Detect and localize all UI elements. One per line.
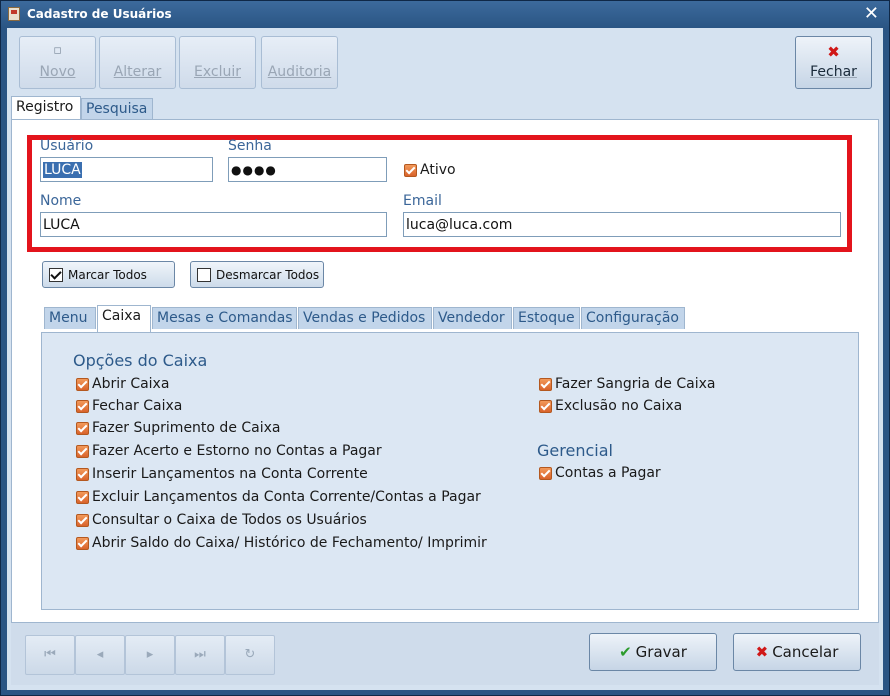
- usuario-field[interactable]: LUCA: [40, 157, 213, 182]
- tab-estoque[interactable]: Estoque: [513, 307, 580, 329]
- gerencial-section-title: Gerencial: [537, 441, 613, 460]
- next-record-button[interactable]: ▸: [125, 635, 175, 675]
- novo-button[interactable]: ▫ Novo: [19, 36, 96, 89]
- option-checkbox[interactable]: [539, 400, 552, 413]
- last-icon: ⏭: [194, 647, 206, 662]
- email-label: Email: [403, 193, 442, 209]
- option-label: Consultar o Caixa de Todos os Usuários: [92, 512, 367, 528]
- option-checkbox[interactable]: [76, 400, 89, 413]
- checked-box-icon: [49, 268, 63, 282]
- option-label: Exclusão no Caixa: [555, 398, 683, 414]
- title-bar: Cadastro de Usuários ✕: [1, 1, 889, 28]
- bottom-bar: ⏮ ◂ ▸ ⏭ ↻ ✔ Gravar ✖ Cancelar: [11, 623, 879, 685]
- option-label: Fazer Acerto e Estorno no Contas a Pagar: [92, 443, 382, 459]
- option-checkbox[interactable]: [76, 378, 89, 391]
- caixa-section-title: Opções do Caixa: [73, 351, 208, 370]
- option-label: Fazer Suprimento de Caixa: [92, 420, 281, 436]
- option-label: Inserir Lançamentos na Conta Corrente: [92, 466, 368, 482]
- user-registration-window: Cadastro de Usuários ✕ ▫ Novo Alterar Ex…: [0, 0, 890, 696]
- cancel-icon: ✖: [755, 643, 769, 661]
- senha-label: Senha: [228, 138, 272, 154]
- client-area: ▫ Novo Alterar Excluir Auditoria ✖ Fecha…: [7, 28, 883, 690]
- tab-caixa[interactable]: Caixa: [97, 305, 151, 333]
- nome-field[interactable]: LUCA: [40, 212, 387, 237]
- option-checkbox[interactable]: [539, 378, 552, 391]
- tab-menu[interactable]: Menu: [44, 307, 96, 329]
- prev-record-button[interactable]: ◂: [75, 635, 125, 675]
- first-icon: ⏮: [44, 647, 56, 662]
- next-icon: ▸: [146, 647, 154, 662]
- option-checkbox[interactable]: [76, 537, 89, 550]
- fechar-button[interactable]: ✖ Fechar: [795, 36, 872, 89]
- option-checkbox[interactable]: [76, 468, 89, 481]
- option-label: Fechar Caixa: [92, 398, 183, 414]
- alterar-button[interactable]: Alterar: [99, 36, 176, 89]
- check-icon: ✔: [619, 643, 632, 661]
- option-checkbox[interactable]: [76, 445, 89, 458]
- window-title: Cadastro de Usuários: [27, 7, 172, 21]
- last-record-button[interactable]: ⏭: [175, 635, 225, 675]
- option-label: Abrir Saldo do Caixa/ Histórico de Fecha…: [92, 535, 487, 551]
- cancelar-button[interactable]: ✖ Cancelar: [733, 633, 861, 671]
- first-record-button[interactable]: ⏮: [25, 635, 75, 675]
- option-label: Excluir Lançamentos da Conta Corrente/Co…: [92, 489, 481, 505]
- tab-mesas-comandas[interactable]: Mesas e Comandas: [152, 307, 297, 329]
- new-icon: ▫: [53, 43, 62, 58]
- close-icon: ✖: [827, 43, 840, 61]
- option-checkbox[interactable]: [76, 422, 89, 435]
- tab-pesquisa[interactable]: Pesquisa: [81, 98, 153, 120]
- tab-registro[interactable]: Registro: [11, 96, 81, 120]
- refresh-button[interactable]: ↻: [225, 635, 275, 675]
- gravar-button[interactable]: ✔ Gravar: [589, 633, 717, 671]
- ativo-label: Ativo: [420, 162, 456, 178]
- ativo-checkbox[interactable]: [404, 164, 417, 177]
- email-field[interactable]: luca@luca.com: [403, 212, 841, 237]
- senha-field[interactable]: ●●●●: [228, 157, 387, 182]
- tab-vendedor[interactable]: Vendedor: [433, 307, 512, 329]
- marcar-todos-button[interactable]: Marcar Todos: [42, 261, 175, 288]
- option-checkbox[interactable]: [539, 467, 552, 480]
- excluir-button[interactable]: Excluir: [179, 36, 256, 89]
- empty-box-icon: [197, 268, 211, 282]
- option-label: Contas a Pagar: [555, 465, 661, 481]
- app-icon: [8, 7, 20, 21]
- auditoria-button[interactable]: Auditoria: [261, 36, 338, 89]
- option-label: Fazer Sangria de Caixa: [555, 376, 716, 392]
- nome-label: Nome: [40, 193, 82, 209]
- option-label: Abrir Caixa: [92, 376, 170, 392]
- desmarcar-todos-button[interactable]: Desmarcar Todos: [190, 261, 324, 288]
- close-icon[interactable]: ✕: [864, 3, 879, 24]
- usuario-label: Usuário: [40, 138, 94, 154]
- refresh-icon: ↻: [244, 647, 256, 662]
- prev-icon: ◂: [96, 647, 104, 662]
- option-checkbox[interactable]: [76, 514, 89, 527]
- tab-configuracao[interactable]: Configuração: [581, 307, 685, 329]
- tab-vendas-pedidos[interactable]: Vendas e Pedidos: [298, 307, 432, 329]
- option-checkbox[interactable]: [76, 491, 89, 504]
